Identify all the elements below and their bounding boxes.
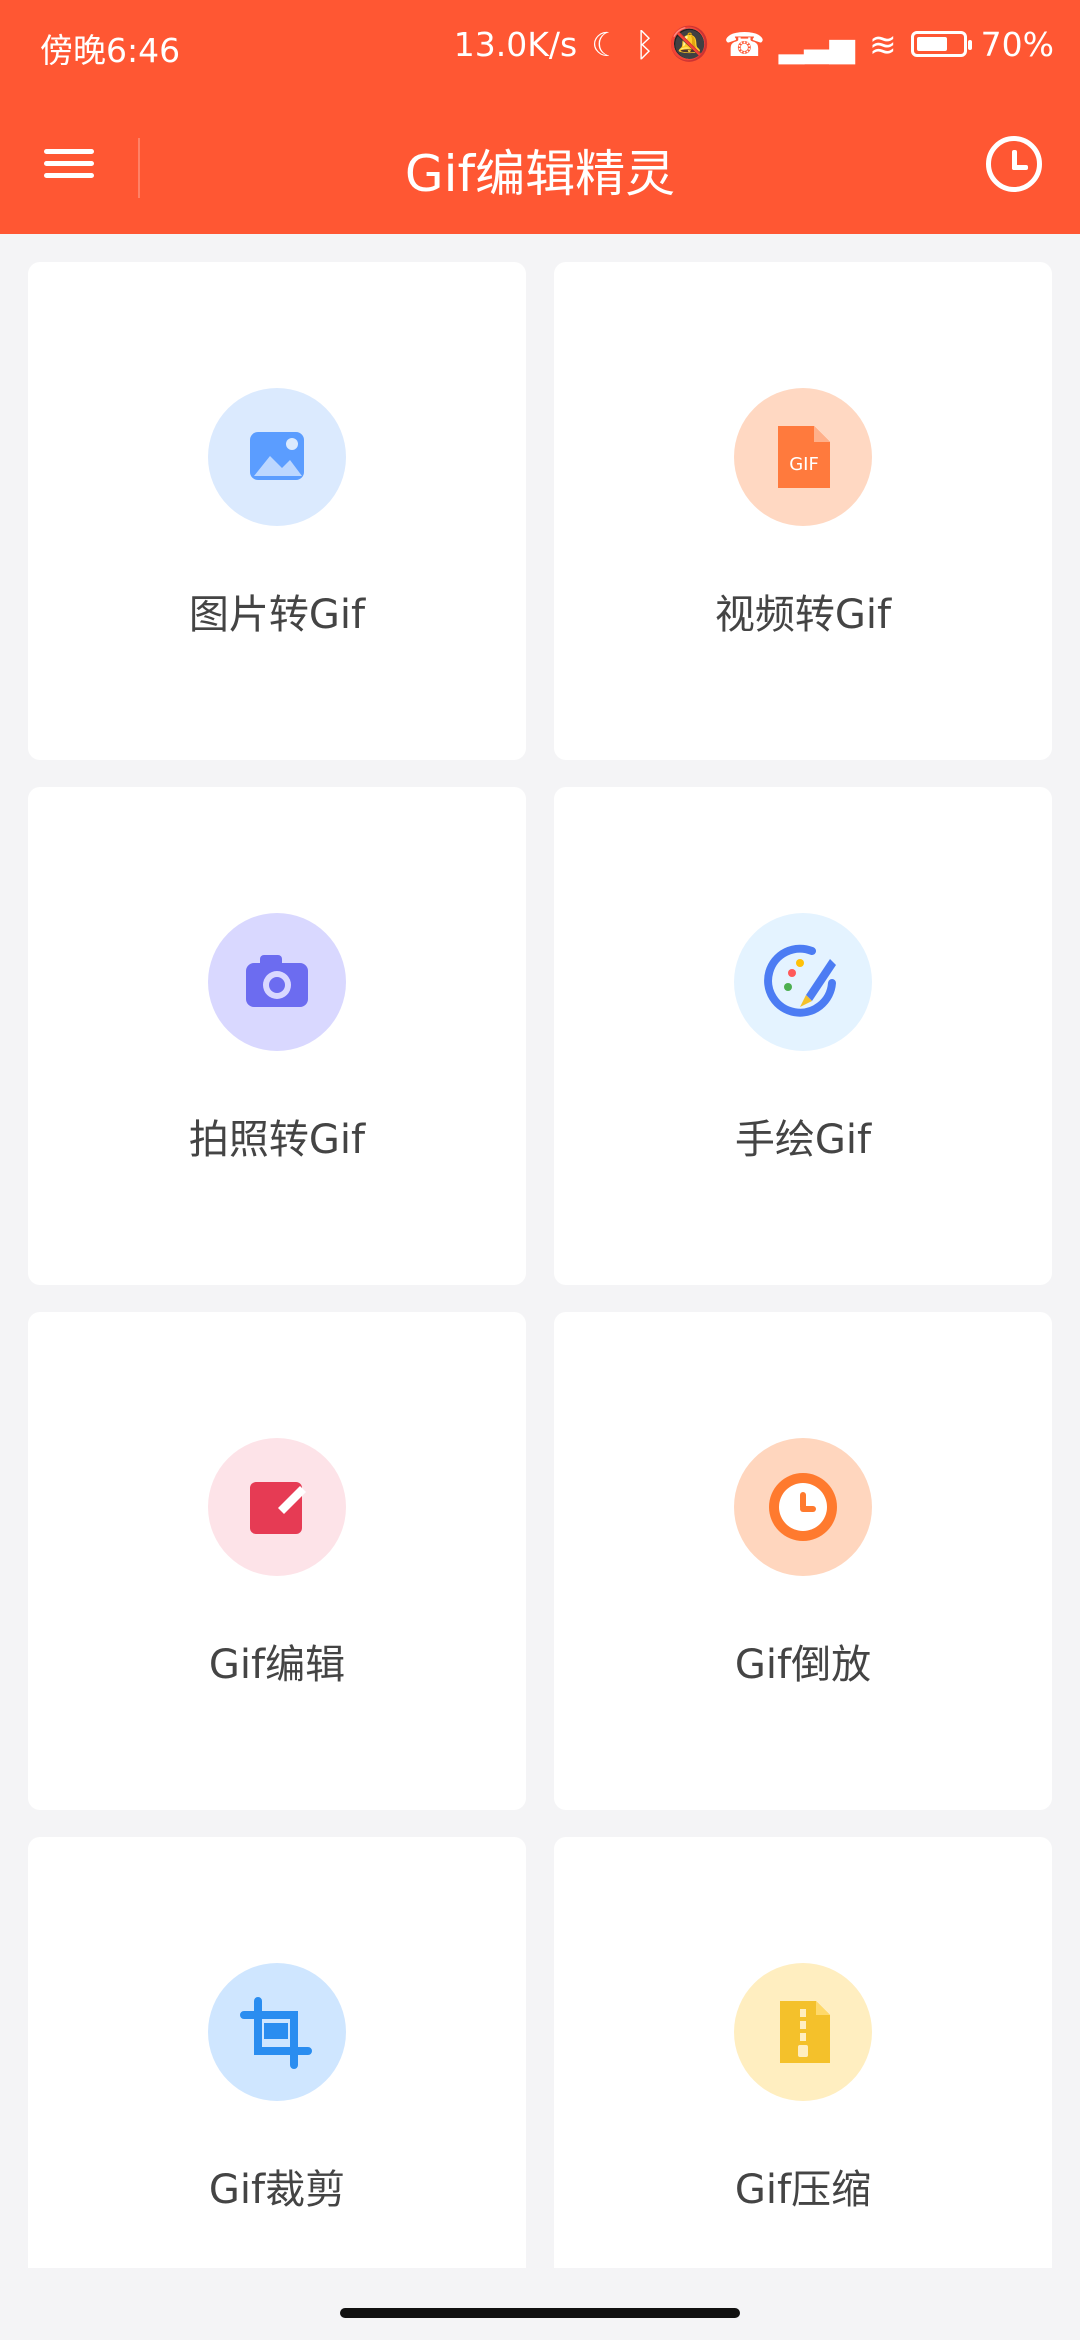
home-indicator[interactable] [340,2308,740,2318]
mute-bell-icon: 🔕 [668,24,710,63]
top-app-header: 傍晚6:46 13.0K/s ☾ ᛒ 🔕 ☎ ▂▃▅ ≋ 70% Gif编辑精灵 [0,0,1080,234]
signal-icon: ▂▃▅ [778,24,855,64]
status-bar: 傍晚6:46 13.0K/s ☾ ᛒ 🔕 ☎ ▂▃▅ ≋ 70% [0,0,1080,90]
card-label: 视频转Gif [714,592,892,638]
card-video-to-gif[interactable]: GIF 视频转Gif [554,262,1052,760]
clock-icon [734,1438,872,1576]
crop-icon [208,1963,346,2101]
network-speed: 13.0K/s [453,24,578,64]
card-gif-reverse[interactable]: Gif倒放 [554,1312,1052,1810]
history-clock-icon[interactable] [986,136,1042,192]
feature-grid: 图片转Gif GIF 视频转Gif 拍照转Gif 手绘Gif Gif编辑 Gif… [28,262,1052,2335]
card-label: 手绘Gif [734,1117,872,1163]
palette-brush-icon [734,913,872,1051]
card-photo-to-gif[interactable]: 拍照转Gif [28,787,526,1285]
bluetooth-icon: ᛒ [634,24,655,64]
camera-icon [208,913,346,1051]
card-gif-edit[interactable]: Gif编辑 [28,1312,526,1810]
battery-percent: 70% [980,24,1054,64]
card-label: Gif倒放 [734,1642,872,1688]
bottom-strip [0,2268,1080,2340]
status-right: 13.0K/s ☾ ᛒ 🔕 ☎ ▂▃▅ ≋ 70% [454,24,1054,64]
card-label: Gif裁剪 [208,2167,346,2213]
wifi-icon: ≋ [868,24,897,64]
svg-text:GIF: GIF [789,454,819,475]
card-gif-crop[interactable]: Gif裁剪 [28,1837,526,2335]
zip-icon [734,1963,872,2101]
card-label: Gif压缩 [734,2167,872,2213]
card-label: 拍照转Gif [188,1117,366,1163]
card-gif-compress[interactable]: Gif压缩 [554,1837,1052,2335]
page-title: Gif编辑精灵 [404,145,676,203]
call-icon: ☎ [723,24,765,64]
status-time: 傍晚6:46 [40,31,181,70]
card-hand-drawn-gif[interactable]: 手绘Gif [554,787,1052,1285]
image-icon [208,388,346,526]
edit-note-icon [208,1438,346,1576]
card-label: 图片转Gif [188,592,366,638]
card-label: Gif编辑 [208,1642,346,1688]
moon-icon: ☾ [591,24,621,64]
gif-file-icon: GIF [734,388,872,526]
app-bar: Gif编辑精灵 [0,120,1080,230]
battery-icon [910,31,972,57]
card-image-to-gif[interactable]: 图片转Gif [28,262,526,760]
